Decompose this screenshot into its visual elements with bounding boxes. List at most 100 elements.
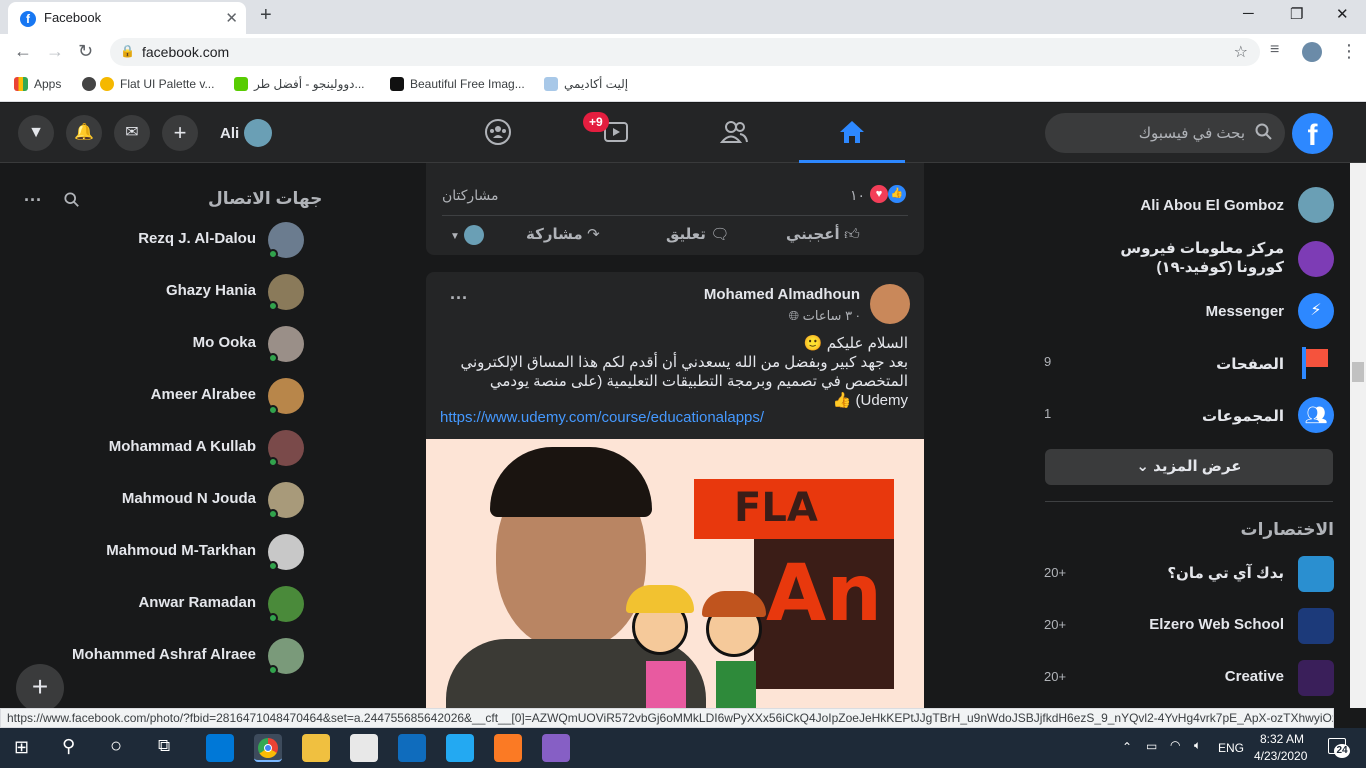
more-options-icon[interactable]: ···	[24, 190, 42, 211]
file-explorer-icon[interactable]	[302, 734, 330, 762]
home-nav-icon[interactable]	[836, 117, 868, 149]
windows-start-icon[interactable]: ⊞	[14, 737, 29, 758]
account-menu-button[interactable]: ▼	[18, 115, 54, 151]
bookmarks-bar: Apps Flat UI Palette v... دوولينجو - أفض…	[0, 70, 1366, 102]
xampp-icon[interactable]	[494, 734, 522, 762]
windows-taskbar: ⊞ ⚲ ○ ⧉ ⌃ ▭ ◠ 🔈︎ ENG 8:32 AM 4/23/2020 2…	[0, 728, 1366, 768]
maximize-icon[interactable]: ❐	[1290, 5, 1303, 23]
reload-icon[interactable]: ↻	[78, 41, 93, 62]
scrollbar-track[interactable]	[1350, 163, 1366, 708]
bookmark-apps[interactable]: Apps	[14, 77, 61, 91]
omnibox[interactable]: 🔒 facebook.com ☆	[110, 38, 1260, 66]
see-more-button[interactable]: ⌄ عرض المزيد	[1045, 449, 1333, 485]
store-icon[interactable]	[350, 734, 378, 762]
online-status-dot	[268, 509, 278, 519]
edge-icon[interactable]	[206, 734, 234, 762]
profile-avatar[interactable]	[1302, 42, 1322, 62]
contacts-search-icon[interactable]	[64, 192, 80, 213]
messenger-icon: ✉	[125, 124, 139, 141]
close-window-icon[interactable]: ✕	[1336, 5, 1349, 23]
chevron-down-icon: ⌄	[1136, 458, 1154, 475]
search-icon	[1255, 123, 1273, 146]
shortcut-item[interactable]: 20+ Elzero Web School	[1040, 602, 1340, 650]
battery-icon[interactable]: ▭	[1146, 739, 1157, 753]
contact-item[interactable]: Ameer Alrabee	[0, 372, 320, 420]
forward-icon[interactable]: →	[46, 41, 64, 62]
post-options-icon[interactable]: ···	[450, 288, 468, 309]
shortcut-item[interactable]: 20+ بدك آي تي مان؟	[1040, 550, 1340, 598]
sidebar-groups[interactable]: 1 المجموعات 👥︎	[1040, 391, 1340, 439]
bookmark-star-icon[interactable]: ☆	[1234, 42, 1248, 62]
mail-icon[interactable]	[398, 734, 426, 762]
profile-name-short[interactable]: Ali	[220, 125, 239, 142]
minimize-icon[interactable]: ─	[1243, 5, 1254, 22]
post-image[interactable]: FLA An	[426, 439, 924, 708]
contact-item[interactable]: Rezq J. Al-Dalou	[0, 216, 320, 264]
contact-item[interactable]: Mo Ooka	[0, 320, 320, 368]
vscode-icon[interactable]	[446, 734, 474, 762]
profile-avatar	[1298, 187, 1334, 223]
plus-icon: +	[173, 120, 187, 145]
reactions-count[interactable]: ١٠	[850, 187, 865, 204]
sidebar-covid-center[interactable]: مركز معلومات فيروس كورونا (كوفيد-١٩)	[1040, 233, 1340, 285]
clock-date[interactable]: 4/23/2020	[1254, 749, 1307, 763]
elite-academy-icon	[544, 77, 558, 91]
scrollbar-thumb[interactable]	[1352, 362, 1364, 382]
close-tab-icon[interactable]: ✕	[225, 9, 238, 27]
contact-item[interactable]: Mahmoud N Jouda	[0, 476, 320, 524]
contact-item[interactable]: Anwar Ramadan	[0, 580, 320, 628]
new-message-button[interactable]: +	[16, 664, 64, 712]
browser-tab[interactable]: f Facebook ✕	[8, 2, 246, 34]
search-box[interactable]: بحث في فيسبوك	[1045, 113, 1285, 153]
user-avatar[interactable]	[244, 119, 272, 147]
cortana-icon[interactable]: ○	[110, 735, 122, 758]
clock-time[interactable]: 8:32 AM	[1260, 732, 1304, 746]
shares-count[interactable]: مشاركتان	[442, 187, 498, 204]
boy-shirt	[716, 661, 756, 708]
share-button[interactable]: مشاركة ↷	[526, 225, 600, 244]
audience-selector[interactable]: ▼	[450, 225, 485, 245]
contact-item[interactable]: Ghazy Hania	[0, 268, 320, 316]
contact-item[interactable]: Mahmoud M-Tarkhan	[0, 528, 320, 576]
bookmark-flat-ui[interactable]: Flat UI Palette v...	[82, 77, 214, 91]
groups-nav-icon[interactable]	[482, 117, 514, 149]
fla-label: FLA	[734, 485, 818, 531]
notifications-button[interactable]: 🔔	[66, 115, 102, 151]
visual-studio-icon[interactable]	[542, 734, 570, 762]
like-button[interactable]: أعجبني 👍︎	[786, 225, 860, 247]
contact-item[interactable]: Mohammad A Kullab	[0, 424, 320, 472]
sidebar-messenger[interactable]: Messenger ⚡	[1040, 287, 1340, 335]
sidebar-pages[interactable]: 9 الصفحات	[1040, 339, 1340, 387]
friends-nav-icon[interactable]	[718, 117, 750, 149]
post-link[interactable]: https://www.udemy.com/course/educational…	[440, 409, 764, 426]
facebook-favicon-icon: f	[20, 11, 36, 27]
messenger-button[interactable]: ✉	[114, 115, 150, 151]
create-button[interactable]: +	[162, 115, 198, 151]
contact-name: Mohammad A Kullab	[108, 438, 256, 455]
comment-button[interactable]: تعليق 🗨︎	[666, 225, 729, 244]
tray-chevron-icon[interactable]: ⌃	[1122, 740, 1132, 754]
menu-kebab-icon[interactable]: ⋮	[1340, 41, 1358, 62]
chrome-icon[interactable]	[254, 734, 282, 762]
search-input[interactable]: بحث في فيسبوك	[1139, 124, 1245, 142]
post-author[interactable]: Mohamed Almadhoun	[704, 286, 860, 303]
bookmark-duolingo[interactable]: دوولينجو - أفضل طر...	[234, 77, 365, 91]
post-text: السلام عليكم 🙂 بعد جهد كبير وبفضل من الل…	[448, 334, 908, 410]
volume-icon[interactable]: 🔈︎	[1194, 738, 1201, 753]
wifi-icon[interactable]: ◠	[1170, 738, 1180, 752]
post-time[interactable]: 🌐︎ ٣ ساعات ·	[789, 308, 860, 324]
facebook-logo[interactable]: f	[1292, 113, 1333, 154]
sidebar-profile[interactable]: Ali Abou El Gomboz	[1040, 181, 1340, 229]
url-text[interactable]: facebook.com	[142, 44, 229, 60]
shortcut-item[interactable]: 20+ Creative	[1040, 654, 1340, 702]
language-indicator[interactable]: ENG	[1218, 741, 1244, 755]
action-center-icon[interactable]: 24	[1326, 736, 1350, 758]
bookmark-elite-academy[interactable]: إليت أكاديمي	[544, 77, 628, 91]
author-avatar[interactable]	[870, 284, 910, 324]
bookmark-unsplash[interactable]: Beautiful Free Imag...	[390, 77, 525, 91]
task-view-icon[interactable]: ⧉	[158, 736, 170, 756]
back-icon[interactable]: ←	[14, 41, 32, 62]
new-tab-button[interactable]: +	[260, 4, 272, 27]
search-icon[interactable]: ⚲	[62, 736, 75, 757]
media-control-icon[interactable]: ≡	[1270, 41, 1279, 59]
